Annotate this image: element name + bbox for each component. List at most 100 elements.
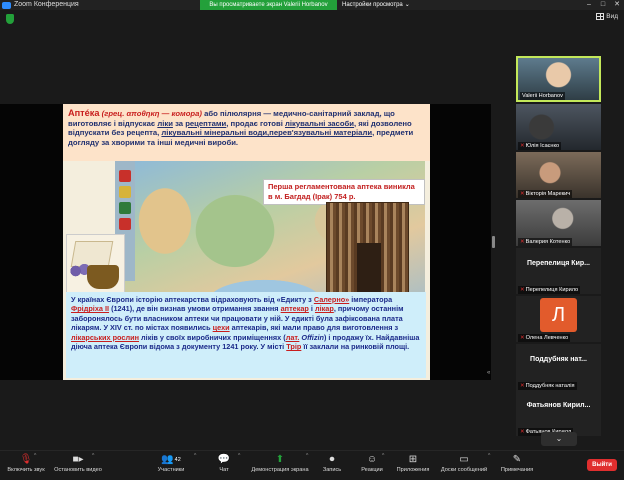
participant-name: Валерия Котенко <box>525 239 571 245</box>
mic-muted-icon: ✕ <box>520 429 525 435</box>
participant-name: Valerii Horbanov <box>520 92 565 100</box>
apps-icon: ⊞ <box>408 454 418 465</box>
slide-link: цехи <box>212 323 230 333</box>
participant-tile[interactable]: Поддубняк нат... ✕Поддубняк наталія <box>516 344 601 390</box>
record-button[interactable]: ⏺ Запись <box>320 453 344 473</box>
slide-link: лікар <box>314 304 334 314</box>
leave-meeting-button[interactable]: Выйти <box>587 459 617 471</box>
whiteboard-icon: ▭ <box>459 454 469 465</box>
mic-muted-icon: ✕ <box>520 383 525 389</box>
audio-options-caret[interactable]: ^ <box>34 453 36 459</box>
slide-text: У місті <box>260 342 285 352</box>
slide-link: лікувальні мінеральні води,перев'язуваль… <box>161 128 373 138</box>
chat-options-caret[interactable]: ^ <box>238 453 240 459</box>
slide-text: за <box>175 118 184 128</box>
participants-count: 42 <box>174 457 181 463</box>
reactions-options-caret[interactable]: ^ <box>382 453 384 459</box>
split-resize-handle[interactable] <box>492 236 495 248</box>
slide-link: рецептами <box>185 118 227 128</box>
avatar: Л <box>540 298 577 332</box>
participant-tile[interactable]: ✕Юлія Ісаєнко <box>516 104 601 150</box>
participant-display-name: Фатьянов Кирил... <box>526 402 591 409</box>
participant-name-label: ✕Поддубняк наталія <box>518 382 577 390</box>
apps-button[interactable]: ⊞ Приложения <box>394 453 432 473</box>
participant-display-name: Перепелиця Кир... <box>527 260 590 267</box>
video-options-caret[interactable]: ^ <box>92 453 94 459</box>
participant-name-label: ✕Перепелиця Кирило <box>518 286 581 294</box>
slide-text: її заклали на ринковій площі. <box>303 342 410 352</box>
maximize-button[interactable]: □ <box>596 0 610 10</box>
mic-muted-icon: ✕ <box>520 287 525 293</box>
slide-definition: Аптéка (грец. αποθηκη — комора) або пілю… <box>63 104 430 161</box>
share-screen-button[interactable]: ⬆ Демонстрация экрана <box>248 453 312 473</box>
notes-icon: ✎ <box>512 454 522 465</box>
chat-icon: 💬 <box>217 454 231 465</box>
apps-label: Приложения <box>396 467 430 473</box>
slide-text: імператора <box>351 295 393 304</box>
participant-name: Вікторія Марекич <box>525 191 571 197</box>
collapse-arrow-icon[interactable]: « <box>487 370 490 376</box>
notes-label: Примечания <box>500 467 534 473</box>
slide-link: лікувальні засоби <box>285 118 355 128</box>
participant-tile[interactable]: Перепелиця Кир... ✕Перепелиця Кирило <box>516 248 601 294</box>
view-settings-button[interactable]: Настройки просмотра ⌄ <box>342 0 410 10</box>
whiteboard-button[interactable]: ▭ Доски сообщений <box>436 453 492 473</box>
window-controls: – □ ✕ <box>582 0 624 10</box>
participant-name: Олена Левченко <box>525 335 569 341</box>
slide-text: У країнах Європи історію аптекарства від… <box>71 295 312 304</box>
participant-name: Перепелиця Кирило <box>525 287 579 293</box>
chat-label: Чат <box>219 467 229 473</box>
unmute-label: Включить звук <box>7 467 45 473</box>
participants-icon: 👥42 <box>161 454 181 465</box>
stop-video-button[interactable]: ■▸ Остановить видео <box>52 453 104 473</box>
shield-icon[interactable] <box>6 14 14 24</box>
share-screen-icon: ⬆ <box>275 454 285 465</box>
gallery-scroll-down-button[interactable]: ⌄ <box>541 432 577 446</box>
record-label: Запись <box>322 467 342 473</box>
coat-of-arms-icon <box>119 170 131 182</box>
chevron-down-icon: ⌄ <box>555 434 563 443</box>
coat-of-arms-icon <box>119 202 131 214</box>
participant-gallery: Valerii Horbanov ✕Юлія Ісаєнко ✕Вікторія… <box>516 54 601 436</box>
share-banner: Вы просматриваете экран Valerii Horbanov <box>200 0 337 10</box>
unmute-button[interactable]: 🎙 Включить звук <box>4 453 48 473</box>
record-icon: ⏺ <box>329 454 335 465</box>
minimize-button[interactable]: – <box>582 0 596 10</box>
chat-button[interactable]: 💬 Чат <box>214 453 234 473</box>
participant-name: Поддубняк наталія <box>525 383 575 389</box>
app-title: Zoom Конференция <box>14 1 79 8</box>
participant-name-label: ✕Вікторія Марекич <box>518 190 573 198</box>
mortar-image <box>87 265 119 289</box>
meeting-info-bar: Вид <box>0 10 624 30</box>
share-screen-label: Демонстрация экрана <box>251 467 309 473</box>
slide-text: і <box>310 304 313 314</box>
mic-muted-icon: ✕ <box>520 143 525 149</box>
notes-button[interactable]: ✎ Примечания <box>498 453 536 473</box>
participant-tile[interactable]: Фатьянов Кирил... ✕Фатьянов Кирилл <box>516 390 601 436</box>
participant-tile[interactable]: Valerii Horbanov <box>516 56 601 102</box>
video-icon: ■▸ <box>72 454 84 465</box>
reactions-label: Реакции <box>361 467 383 473</box>
stop-video-label: Остановить видео <box>54 467 102 473</box>
whiteboard-options-caret[interactable]: ^ <box>488 453 490 459</box>
presentation-slide: Аптéка (грец. αποθηκη — комора) або пілю… <box>63 104 430 380</box>
slide-term-origin: (грец. αποθηκη — комора) <box>101 109 202 118</box>
mic-muted-icon: 🎙 <box>19 454 33 465</box>
participant-tile[interactable]: ✕Валерия Котенко <box>516 200 601 246</box>
slide-history-text: У країнах Європи історію аптекарства від… <box>66 292 426 378</box>
view-button[interactable]: Вид <box>596 13 618 20</box>
slide-text: Offizin <box>301 332 324 342</box>
slide-text: (1241), де він визнав умови отримання зв… <box>111 304 279 314</box>
participants-button[interactable]: 👥42 Участники <box>154 453 188 473</box>
chevron-down-icon: ⌄ <box>404 2 410 8</box>
mic-muted-icon: ✕ <box>520 239 525 245</box>
close-button[interactable]: ✕ <box>610 0 624 10</box>
coat-of-arms-icon <box>119 218 131 230</box>
participants-options-caret[interactable]: ^ <box>194 453 196 459</box>
slide-text: аптекарів, які мали право для виготовлен… <box>231 323 399 333</box>
participant-tile[interactable]: ✕Вікторія Марекич <box>516 152 601 198</box>
share-options-caret[interactable]: ^ <box>306 453 308 459</box>
view-button-label: Вид <box>606 13 618 20</box>
participant-name-label: ✕Олена Левченко <box>518 334 571 342</box>
participant-tile[interactable]: Л ✕Олена Левченко <box>516 296 601 342</box>
